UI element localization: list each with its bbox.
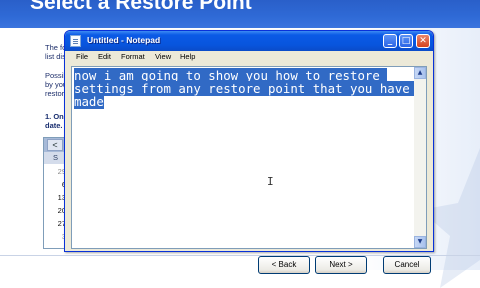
selected-text[interactable]: now i am going to show you how to restor… (74, 68, 418, 109)
menu-file[interactable]: File (76, 52, 88, 61)
menu-help[interactable]: Help (180, 52, 195, 61)
step-one-label: date. (45, 121, 63, 130)
notepad-icon[interactable] (70, 35, 81, 47)
minimize-icon[interactable]: _ (383, 34, 397, 48)
calendar-day[interactable]: 6 (46, 179, 66, 191)
cancel-button[interactable]: Cancel (383, 256, 431, 274)
maximize-icon[interactable]: □ (399, 34, 413, 48)
step-one-label: 1. On (45, 112, 64, 121)
notepad-menu-bar: File Edit Format View Help (65, 51, 433, 64)
notepad-text-area[interactable]: now i am going to show you how to restor… (71, 66, 427, 249)
calendar-day[interactable]: 13 (46, 192, 66, 204)
back-button[interactable]: < Back (258, 256, 310, 274)
notepad-title-bar[interactable]: Untitled - Notepad _ □ ✕ (65, 31, 433, 51)
vertical-scrollbar[interactable]: ▲ ▼ (414, 67, 426, 248)
close-icon[interactable]: ✕ (416, 34, 430, 48)
wizard-banner: Select a Restore Point (0, 0, 480, 28)
calendar-day[interactable]: 29 (46, 166, 66, 178)
day-header-sunday: S (53, 153, 59, 162)
calendar-day[interactable]: 27 (46, 218, 66, 230)
menu-format[interactable]: Format (121, 52, 145, 61)
scroll-down-icon[interactable]: ▼ (414, 236, 426, 248)
scroll-up-icon[interactable]: ▲ (414, 67, 426, 79)
menu-view[interactable]: View (155, 52, 171, 61)
next-button[interactable]: Next > (315, 256, 367, 274)
i-beam-cursor-icon: I (267, 175, 274, 188)
wizard-title: Select a Restore Point (30, 0, 252, 14)
previous-month-button[interactable]: < (47, 139, 63, 151)
calendar-day[interactable]: 3 (46, 231, 66, 243)
calendar-day[interactable]: 20 (46, 205, 66, 217)
notepad-window[interactable]: Untitled - Notepad _ □ ✕ File Edit Forma… (64, 30, 434, 252)
document-text[interactable]: now i am going to show you how to restor… (74, 68, 418, 109)
menu-edit[interactable]: Edit (98, 52, 111, 61)
window-title: Untitled - Notepad (87, 35, 161, 45)
